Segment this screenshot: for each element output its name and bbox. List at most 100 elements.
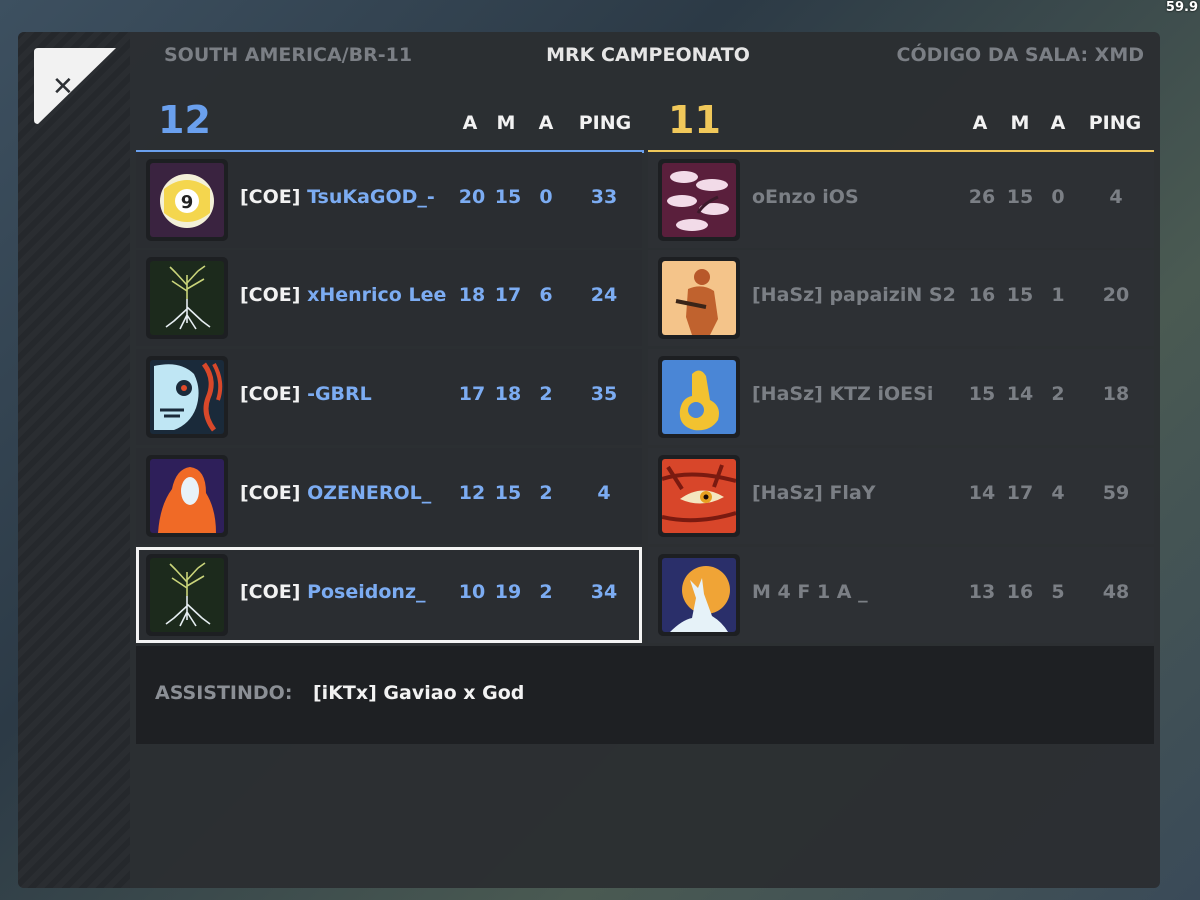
clan-tag: [COE] <box>240 383 301 405</box>
kills: 12 <box>458 482 486 504</box>
player-row-gold[interactable]: M 4 F 1 A _ 13 16 5 48 <box>648 547 1154 643</box>
deaths: 15 <box>494 482 522 504</box>
assists: 0 <box>539 186 553 208</box>
spectating-bar: ASSISTINDO: [iKTx] Gaviao x God <box>136 646 1154 744</box>
kills: 17 <box>458 383 486 405</box>
player-name: [COE] xHenrico Lee <box>240 284 446 306</box>
player-nick: OZENEROL_ <box>307 482 432 504</box>
player-name: [HaSz] papaiziN S2 <box>752 284 956 306</box>
deaths: 15 <box>494 186 522 208</box>
ping: 20 <box>1102 284 1130 306</box>
player-nick: Poseidonz_ <box>307 581 426 603</box>
player-nick: -GBRL <box>307 383 372 405</box>
tree-roots-icon <box>150 261 224 335</box>
player-avatar <box>658 554 740 636</box>
ping: 4 <box>1109 186 1123 208</box>
col-assists: A <box>1050 112 1066 134</box>
player-name: [COE] TsuKaGOD_- <box>240 186 435 208</box>
player-row-blue[interactable]: 9 [COE] TsuKaGOD_- 20 15 0 33 <box>136 152 642 248</box>
ping: 35 <box>590 383 618 405</box>
kills: 10 <box>458 581 486 603</box>
player-row-blue[interactable]: [COE] OZENEROL_ 12 15 2 4 <box>136 448 642 544</box>
spectating-label: ASSISTINDO: <box>155 682 293 704</box>
player-avatar <box>658 257 740 339</box>
assists: 0 <box>1051 186 1065 208</box>
soldier-icon <box>662 261 736 335</box>
tiger-eye-icon <box>662 459 736 533</box>
deaths: 18 <box>494 383 522 405</box>
player-name: M 4 F 1 A _ <box>752 581 868 603</box>
player-name: [COE] Poseidonz_ <box>240 581 426 603</box>
player-row-gold[interactable]: [HaSz] FlaY 14 17 4 59 <box>648 448 1154 544</box>
player-avatar <box>658 455 740 537</box>
player-name: [HaSz] FlaY <box>752 482 876 504</box>
close-button-bg <box>34 48 116 124</box>
col-deaths: M <box>1010 112 1030 134</box>
deaths: 17 <box>1006 482 1034 504</box>
player-row-gold[interactable]: [HaSz] papaiziN S2 16 15 1 20 <box>648 250 1154 346</box>
fps-counter: 59.9 <box>1165 0 1198 15</box>
deaths: 14 <box>1006 383 1034 405</box>
close-button[interactable]: ✕ <box>34 48 116 124</box>
col-assists: A <box>538 112 554 134</box>
cherry-clouds-icon <box>662 163 736 237</box>
room-code: CÓDIGO DA SALA: XMD <box>896 44 1144 66</box>
col-kills: A <box>972 112 988 134</box>
kills: 14 <box>968 482 996 504</box>
player-nick: xHenrico Lee <box>307 284 447 306</box>
left-strip <box>18 32 130 888</box>
ping: 33 <box>590 186 618 208</box>
col-ping: PING <box>578 112 632 134</box>
kills: 13 <box>968 581 996 603</box>
player-row-blue-selected[interactable]: [COE] Poseidonz_ 10 19 2 34 <box>136 547 642 643</box>
deaths: 16 <box>1006 581 1034 603</box>
billiard-ball-icon: 9 <box>150 163 224 237</box>
player-avatar <box>658 159 740 241</box>
col-ping: PING <box>1088 112 1142 134</box>
player-row-blue[interactable]: [COE] xHenrico Lee 18 17 6 24 <box>136 250 642 346</box>
kills: 16 <box>968 284 996 306</box>
assists: 2 <box>539 482 553 504</box>
ping: 34 <box>590 581 618 603</box>
assists: 2 <box>539 581 553 603</box>
player-avatar <box>146 356 228 438</box>
player-row-gold[interactable]: [HaSz] KTZ iOESi 15 14 2 18 <box>648 349 1154 445</box>
col-kills: A <box>462 112 478 134</box>
deaths: 19 <box>494 581 522 603</box>
scoreboard-panel: ✕ SOUTH AMERICA/BR-11 MRK CAMPEONATO CÓD… <box>18 32 1160 888</box>
svg-text:9: 9 <box>181 192 194 213</box>
team-gold-score: 11 <box>668 98 721 142</box>
kills: 18 <box>458 284 486 306</box>
player-name: [COE] OZENEROL_ <box>240 482 431 504</box>
tree-roots-icon <box>150 558 224 632</box>
assists: 4 <box>1051 482 1065 504</box>
assists: 5 <box>1051 581 1065 603</box>
col-deaths: M <box>496 112 516 134</box>
player-avatar <box>146 554 228 636</box>
deaths: 17 <box>494 284 522 306</box>
ping: 4 <box>597 482 611 504</box>
assists: 6 <box>539 284 553 306</box>
kills: 15 <box>968 383 996 405</box>
match-title: MRK CAMPEONATO <box>546 44 750 66</box>
close-icon: ✕ <box>52 72 74 102</box>
player-avatar <box>658 356 740 438</box>
player-row-gold[interactable]: oEnzo iOS 26 15 0 4 <box>648 152 1154 248</box>
ping: 18 <box>1102 383 1130 405</box>
player-avatar <box>146 455 228 537</box>
ok-hand-icon <box>662 360 736 434</box>
assists: 2 <box>1051 383 1065 405</box>
skull-icon <box>150 360 224 434</box>
player-row-blue[interactable]: [COE] -GBRL 17 18 2 35 <box>136 349 642 445</box>
ping: 24 <box>590 284 618 306</box>
ping: 48 <box>1102 581 1130 603</box>
ping: 59 <box>1102 482 1130 504</box>
clan-tag: [COE] <box>240 284 301 306</box>
deaths: 15 <box>1006 284 1034 306</box>
clan-tag: [COE] <box>240 581 301 603</box>
clan-tag: [COE] <box>240 186 301 208</box>
spectating-player: [iKTx] Gaviao x God <box>313 682 525 704</box>
kills: 20 <box>458 186 486 208</box>
team-gold-header: 11 A M A PING <box>648 98 1154 153</box>
player-avatar: 9 <box>146 159 228 241</box>
